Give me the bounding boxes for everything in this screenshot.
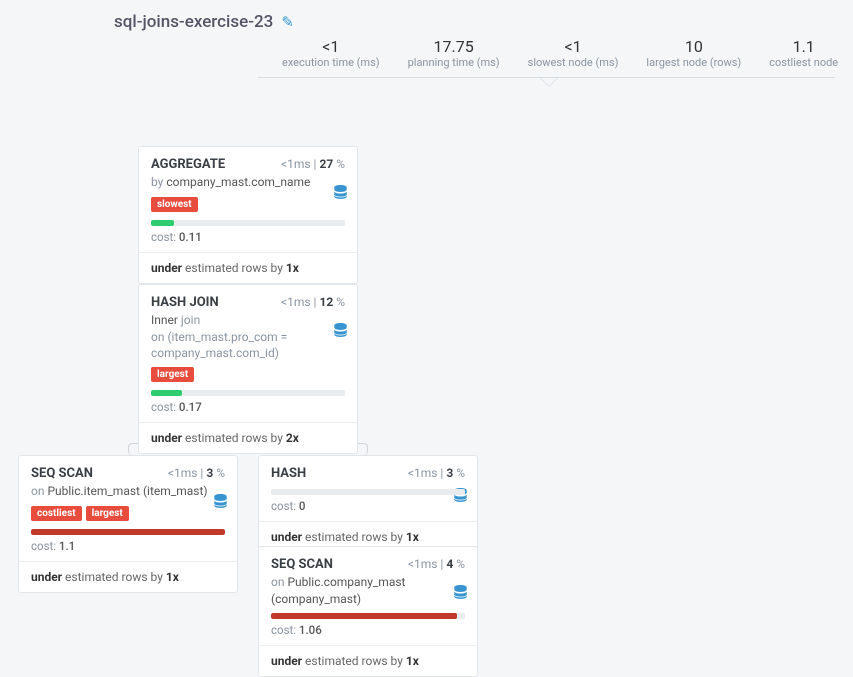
node-footer: under estimated rows by 1x	[19, 561, 237, 592]
stat-value: 10	[646, 38, 741, 56]
stat-value: <1	[282, 38, 380, 56]
node-hash-join[interactable]: HASH JOIN <1ms | 12 % Inner joinon (item…	[138, 284, 358, 454]
tag-slowest: slowest	[151, 197, 198, 212]
stat-value: 17.75	[408, 38, 500, 56]
node-hash[interactable]: HASH <1ms | 3 % cost: 0 under estimated …	[258, 455, 478, 553]
stat-slowest-node: <1 slowest node (ms)	[514, 38, 633, 69]
stat-costliest-node: 1.1 costliest node	[755, 38, 852, 69]
node-cost: cost: 1.1	[31, 539, 225, 553]
node-subtitle: Inner joinon (item_mast.pro_com = compan…	[151, 312, 345, 361]
stat-value: <1	[528, 38, 619, 56]
duration-bar	[271, 489, 465, 495]
database-icon	[214, 494, 227, 512]
node-aggregate[interactable]: AGGREGATE <1ms | 27 % by company_mast.co…	[138, 146, 358, 283]
node-time: <1ms | 4 %	[408, 557, 465, 571]
page-title: sql-joins-exercise-23	[114, 12, 273, 32]
node-time: <1ms | 12 %	[281, 295, 345, 309]
node-title: AGGREGATE	[151, 157, 225, 172]
stats-bar: <1 execution time (ms) 17.75 planning ti…	[258, 38, 835, 78]
node-time: <1ms | 3 %	[168, 466, 225, 480]
duration-bar	[151, 220, 345, 226]
stat-label: planning time (ms)	[408, 56, 500, 69]
node-footer: under estimated rows by 1x	[259, 645, 477, 676]
edit-icon[interactable]: ✎	[281, 13, 294, 31]
stat-label: largest node (rows)	[646, 56, 741, 69]
tag-largest: largest	[151, 367, 194, 382]
node-cost: cost: 0.17	[151, 400, 345, 414]
node-subtitle: by company_mast.com_name	[151, 174, 345, 190]
database-icon	[454, 585, 467, 603]
node-title: HASH JOIN	[151, 295, 219, 310]
stat-label: execution time (ms)	[282, 56, 380, 69]
node-time: <1ms | 3 %	[408, 466, 465, 480]
tag-costliest: costliest	[31, 506, 82, 521]
node-subtitle: on Public.company_mast (company_mast)	[271, 574, 465, 606]
duration-bar	[151, 390, 345, 396]
node-subtitle: on Public.item_mast (item_mast)	[31, 483, 225, 499]
stat-execution-time: <1 execution time (ms)	[268, 38, 394, 69]
page-title-row: sql-joins-exercise-23 ✎	[114, 12, 835, 32]
node-footer: under estimated rows by 2x	[139, 422, 357, 453]
node-footer: under estimated rows by 1x	[139, 252, 357, 283]
stat-largest-node: 10 largest node (rows)	[632, 38, 755, 69]
node-title: HASH	[271, 466, 306, 481]
node-time: <1ms | 27 %	[281, 157, 345, 171]
node-cost: cost: 1.06	[271, 623, 465, 637]
plan-canvas: AGGREGATE <1ms | 27 % by company_mast.co…	[18, 78, 835, 618]
database-icon	[334, 323, 347, 341]
tag-largest: largest	[86, 506, 129, 521]
database-icon	[334, 185, 347, 203]
duration-bar	[31, 529, 225, 535]
duration-bar	[271, 613, 465, 619]
node-seq-scan-item-mast[interactable]: SEQ SCAN <1ms | 3 % on Public.item_mast …	[18, 455, 238, 592]
node-cost: cost: 0	[271, 499, 465, 513]
stat-planning-time: 17.75 planning time (ms)	[394, 38, 514, 69]
node-cost: cost: 0.11	[151, 230, 345, 244]
stat-label: costliest node	[769, 56, 838, 69]
stat-label: slowest node (ms)	[528, 56, 619, 69]
stat-value: 1.1	[769, 38, 838, 56]
node-seq-scan-company-mast[interactable]: SEQ SCAN <1ms | 4 % on Public.company_ma…	[258, 546, 478, 676]
node-title: SEQ SCAN	[31, 466, 93, 481]
node-title: SEQ SCAN	[271, 557, 333, 572]
